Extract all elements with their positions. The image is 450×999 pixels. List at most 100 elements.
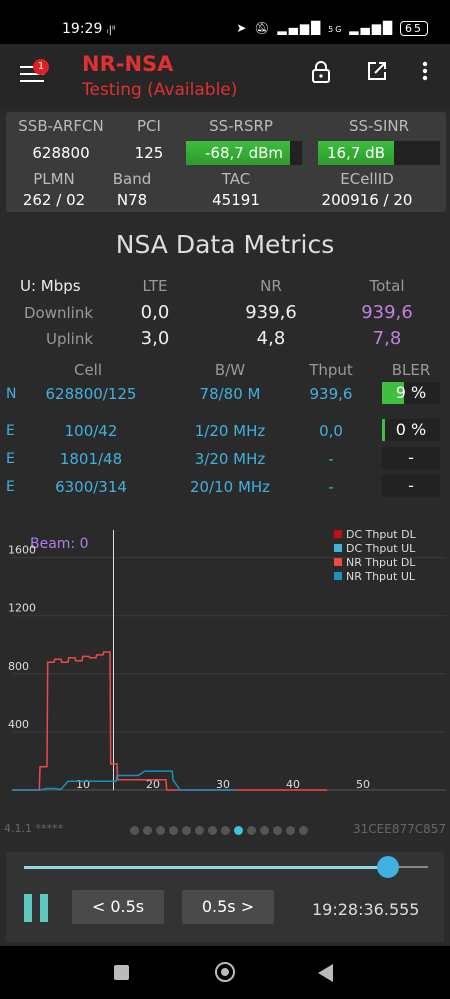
header-ssb-arfcn: SSB-ARFCN — [18, 117, 104, 135]
legend-swatch — [334, 558, 342, 566]
mute-icon: 🔕︎ — [254, 21, 272, 35]
recents-icon[interactable] — [114, 965, 129, 980]
col-bler: BLER — [391, 361, 431, 379]
seek-knob[interactable] — [376, 856, 399, 878]
cell-bler-meter: - — [382, 475, 440, 497]
cell-type: N — [6, 386, 17, 402]
page-dot[interactable] — [286, 826, 295, 835]
beam-label: Beam: 0 — [30, 536, 89, 552]
cell-bler-meter: 9 % — [382, 382, 440, 404]
y-tick-label: 800 — [8, 660, 29, 673]
page-dot[interactable] — [195, 826, 204, 835]
cell-thput: 939,6 — [309, 385, 353, 403]
page-dot[interactable] — [143, 826, 152, 835]
cell-type: E — [6, 479, 15, 495]
header-ecellid: ECellID — [340, 170, 394, 188]
cell-bler: 0 % — [395, 420, 427, 439]
cell-thput: - — [328, 478, 334, 496]
page-dot[interactable] — [208, 826, 217, 835]
status-time: 19:29 ᵢ|ˡˡ — [62, 21, 116, 37]
ss-rsrp-meter: -68,7 dBm — [186, 141, 302, 165]
col-total: Total — [369, 277, 405, 295]
page-dot[interactable] — [260, 826, 269, 835]
y-tick-label: 1600 — [8, 544, 36, 557]
col-bw: B/W — [214, 361, 246, 379]
notification-badge: 1 — [33, 59, 49, 75]
page-dot[interactable] — [234, 826, 243, 835]
header-plmn: PLMN — [33, 170, 75, 188]
x-tick-label: 40 — [286, 778, 300, 791]
legend-swatch — [334, 530, 342, 538]
system-nav-bar — [0, 946, 450, 999]
page-dot[interactable] — [273, 826, 282, 835]
net-indicator: 5G — [328, 25, 344, 34]
open-external-icon[interactable] — [364, 60, 390, 86]
tac-value: 45191 — [212, 191, 260, 209]
downlink-nr: 939,6 — [245, 302, 297, 323]
cell-thput: 0,0 — [319, 422, 343, 440]
step-forward-button[interactable]: 0.5s > — [182, 890, 274, 924]
ssb-arfcn-value: 628800 — [32, 144, 90, 162]
cell-bler-meter: 0 % — [382, 419, 440, 441]
ss-rsrp-value: -68,7 dBm — [204, 144, 283, 162]
col-nr: NR — [260, 277, 282, 295]
app-bar: 1 NR-NSA Testing (Available) — [0, 44, 450, 108]
status-icons: ➤ 🔕︎ ▂▄▆█ 5G ▂▄▆█ 65 — [236, 21, 428, 36]
y-tick-label: 1200 — [8, 602, 36, 615]
cell-bw: 3/20 MHz — [194, 450, 266, 468]
col-cell: Cell — [73, 361, 103, 379]
header-ss-sinr: SS-SINR — [348, 117, 410, 135]
step-back-button[interactable]: < 0.5s — [72, 890, 164, 924]
signal-icon: ᵢ|ˡˡ — [106, 25, 116, 36]
throughput-chart: Beam: 0 DC Thput DLDC Thput ULNR Thput D… — [8, 528, 446, 791]
home-icon[interactable] — [215, 962, 235, 982]
page-dot[interactable] — [169, 826, 178, 835]
page-dot[interactable] — [156, 826, 165, 835]
col-thput: Thput — [309, 361, 353, 379]
header-band: Band — [112, 170, 152, 188]
downlink-label: Downlink — [24, 304, 94, 322]
page-dot[interactable] — [182, 826, 191, 835]
chart-legend: DC Thput DLDC Thput ULNR Thput DLNR Thpu… — [334, 528, 417, 583]
more-vert-icon[interactable] — [412, 60, 438, 86]
version-label: 4.1.1 ***** — [4, 822, 63, 835]
app-title: NR-NSA — [82, 52, 174, 76]
ecellid-value: 200916 / 20 — [321, 191, 413, 209]
page-dot[interactable] — [130, 826, 139, 835]
status-bar: 19:29 ᵢ|ˡˡ ➤ 🔕︎ ▂▄▆█ 5G ▂▄▆█ 65 — [0, 0, 450, 44]
x-tick-label: 50 — [356, 778, 370, 791]
legend-label: DC Thput DL — [346, 528, 417, 541]
downlink-total: 939,6 — [361, 302, 413, 323]
legend-label: NR Thput UL — [346, 570, 416, 583]
back-icon[interactable] — [318, 964, 333, 982]
cell-bler: 9 % — [395, 383, 427, 402]
cell-bler-meter: - — [382, 447, 440, 469]
cell-bw: 1/20 MHz — [194, 422, 266, 440]
header-tac: TAC — [221, 170, 251, 188]
page-dot[interactable] — [247, 826, 256, 835]
device-id: 31CEE877C857 — [353, 822, 446, 836]
cell-bler: - — [408, 476, 414, 495]
band-value: N78 — [116, 191, 148, 209]
ss-sinr-meter: 16,7 dB — [318, 141, 440, 165]
pause-icon[interactable] — [24, 894, 50, 922]
cell-thput: - — [328, 450, 334, 468]
page-dot[interactable] — [299, 826, 308, 835]
cell-id: 1801/48 — [59, 450, 123, 468]
ss-sinr-value: 16,7 dB — [327, 144, 385, 162]
uplink-nr: 4,8 — [256, 328, 286, 349]
page-dot[interactable] — [221, 826, 230, 835]
pci-value: 125 — [134, 144, 164, 162]
legend-swatch — [334, 572, 342, 580]
cell-type: E — [6, 423, 15, 439]
header-ss-rsrp: SS-RSRP — [209, 117, 273, 135]
unit-label: U: Mbps — [20, 277, 81, 295]
cell-info-card: SSB-ARFCN PCI SS-RSRP SS-SINR 628800 125… — [6, 112, 446, 212]
cell-type: E — [6, 451, 15, 467]
cell-id: 628800/125 — [45, 385, 137, 403]
lock-icon[interactable] — [308, 60, 334, 86]
uplink-label: Uplink — [46, 330, 94, 348]
plmn-value: 262 / 02 — [22, 191, 86, 209]
x-tick-label: 30 — [216, 778, 230, 791]
metrics-title: NSA Data Metrics — [115, 230, 335, 259]
